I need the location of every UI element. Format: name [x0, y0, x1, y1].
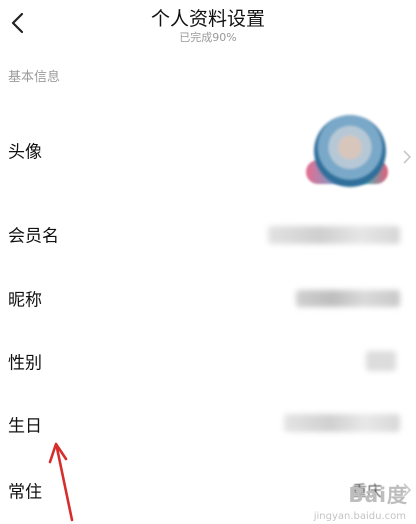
- annotation-arrow: [48, 442, 74, 522]
- watermark-logo: Bai度: [348, 483, 408, 507]
- watermark-url: jingyan.baidu.com: [313, 511, 406, 522]
